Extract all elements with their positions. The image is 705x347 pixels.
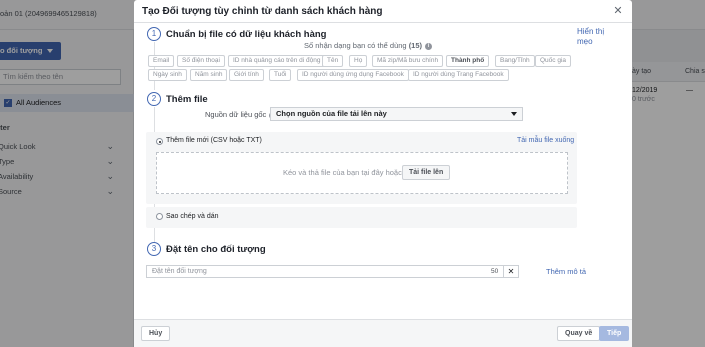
data-source-label: Nguồn dữ liệu gốci [205, 110, 277, 119]
new-file-label: Thêm file mới (CSV hoặc TXT) [166, 137, 262, 144]
next-button[interactable]: Tiếp [599, 326, 630, 341]
step-1-badge: 1 [147, 27, 161, 41]
identifier-chip: ID nhà quảng cáo trên di động [228, 55, 326, 67]
upload-file-button[interactable]: Tải file lên [402, 165, 451, 180]
identifier-chip: Email [148, 55, 175, 67]
identifier-chip: ID người dùng ứng dụng Facebook [297, 69, 409, 81]
step-1-title: Chuẩn bị file có dữ liệu khách hàng [166, 29, 327, 40]
dialog-header: Tạo Đối tượng tùy chỉnh từ danh sách khá… [134, 0, 632, 23]
copy-paste-label: Sao chép và dán [166, 213, 219, 220]
step-2-title: Thêm file [166, 94, 208, 105]
show-tips-link[interactable]: Hiển thị mẹo [577, 27, 615, 47]
audience-name-input[interactable]: Đặt tên đối tượng [146, 265, 505, 278]
data-source-select[interactable]: Chọn nguồn của file tải lên này [270, 107, 523, 121]
info-icon[interactable]: i [425, 42, 433, 50]
close-icon[interactable]: ✕ [611, 4, 625, 18]
identifier-chip: Họ [349, 55, 368, 67]
identifier-count: Số nhận dạng bạn có thể dùng (15) i [304, 41, 433, 50]
identifier-chip: Tên [322, 55, 344, 67]
identifier-chip: Mã zip/Mã bưu chính [372, 55, 444, 67]
step-3-badge: 3 [147, 242, 161, 256]
cancel-button[interactable]: Hủy [141, 326, 171, 341]
back-button[interactable]: Quay về [557, 326, 601, 341]
character-counter: 50 [491, 268, 499, 275]
identifier-chip: Số điện thoại [177, 55, 225, 67]
clear-name-button[interactable]: ✕ [503, 265, 519, 278]
step-3-title: Đặt tên cho đối tượng [166, 244, 266, 255]
identifier-chip: Ngày sinh [148, 69, 187, 81]
chevron-down-icon [511, 112, 517, 116]
identifier-chip: Bang/Tỉnh [495, 55, 535, 67]
identifier-chip: Tuổi [269, 69, 292, 81]
identifier-chip: Năm sinh [190, 69, 228, 81]
new-file-radio[interactable] [156, 138, 163, 145]
create-custom-audience-dialog: Tạo Đối tượng tùy chỉnh từ danh sách khá… [134, 0, 632, 347]
identifier-chip: Thành phố [446, 55, 490, 67]
identifier-chip: ID người dùng Trang Facebook [408, 69, 509, 81]
identifier-chip: Giới tính [229, 69, 264, 81]
step-2-badge: 2 [147, 92, 161, 106]
download-template-link[interactable]: Tải mẫu file xuống [517, 137, 574, 144]
dropzone-text: Kéo và thả file của bạn tại đây hoặc [283, 168, 402, 177]
dialog-title: Tạo Đối tượng tùy chỉnh từ danh sách khá… [142, 6, 383, 17]
identifier-chip: Quốc gia [535, 55, 572, 67]
copy-paste-radio[interactable] [156, 213, 163, 220]
add-description-link[interactable]: Thêm mô tả [546, 267, 586, 276]
